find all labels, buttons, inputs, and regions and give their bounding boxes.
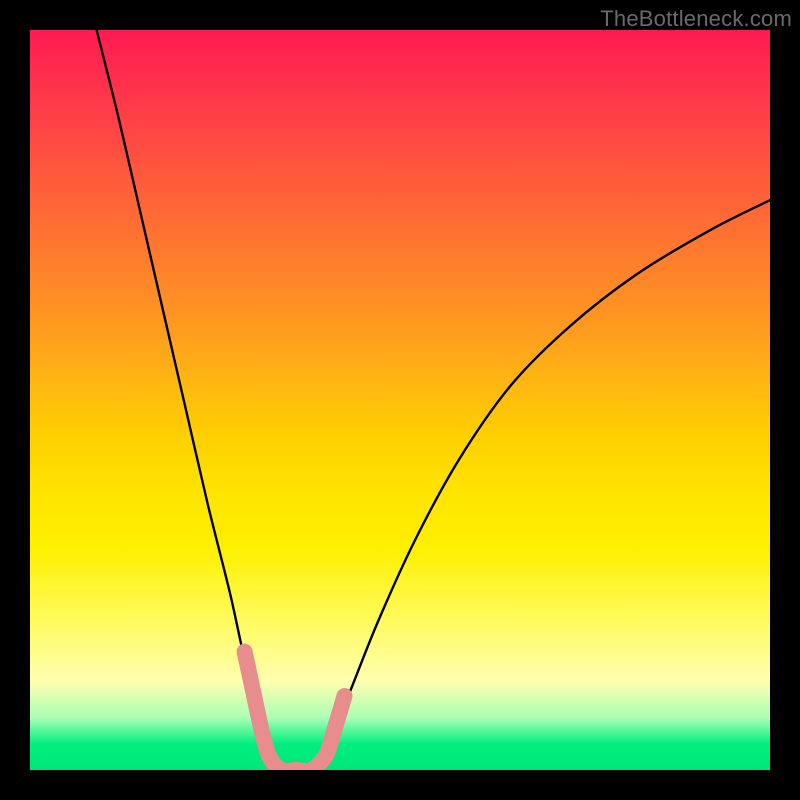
plot-area xyxy=(30,30,770,770)
highlight-band-path xyxy=(245,652,345,770)
bottleneck-curve-path xyxy=(97,30,770,770)
watermark-text: TheBottleneck.com xyxy=(600,6,792,32)
chart-svg xyxy=(30,30,770,770)
